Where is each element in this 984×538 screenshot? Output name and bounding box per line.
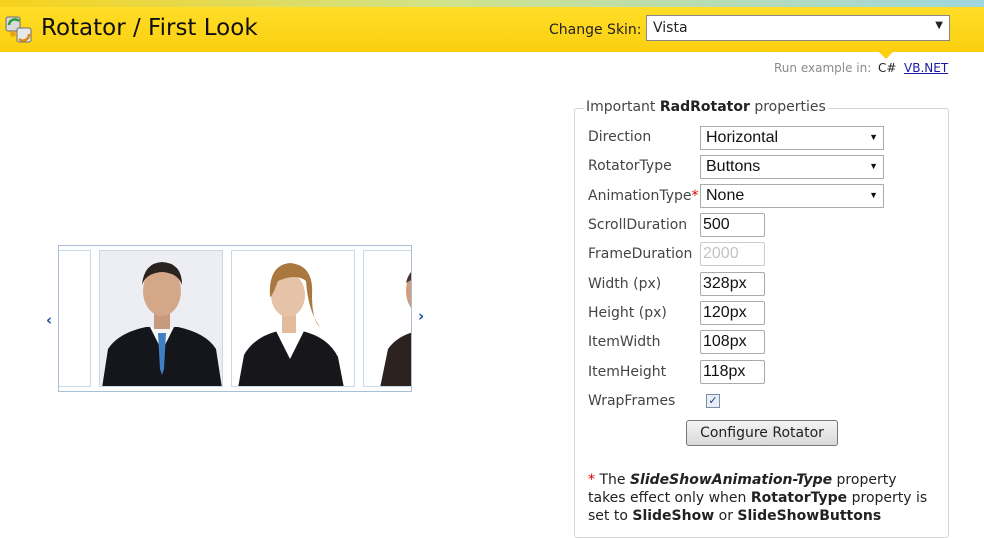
language-csharp: C# bbox=[878, 61, 897, 75]
animationtype-dropdown[interactable]: None ▼ bbox=[700, 184, 884, 208]
chevron-down-icon: ▼ bbox=[869, 161, 878, 171]
chevron-down-icon: ▼ bbox=[869, 190, 878, 200]
animationtype-label: AnimationType* bbox=[588, 188, 699, 204]
rotator-next-arrow-icon[interactable]: › bbox=[418, 307, 424, 325]
chevron-down-icon: ▼ bbox=[869, 132, 878, 142]
itemheight-label: ItemHeight bbox=[588, 364, 667, 380]
scrollduration-input[interactable]: 500 bbox=[700, 213, 765, 237]
rotator-item-partial-right[interactable] bbox=[363, 250, 411, 387]
top-gradient-strip bbox=[0, 0, 984, 7]
footnote-bold-slideshowbuttons: SlideShowButtons bbox=[737, 508, 882, 524]
direction-dropdown[interactable]: Horizontal ▼ bbox=[700, 126, 884, 150]
header-pointer-triangle bbox=[879, 52, 893, 59]
wrapframes-label: WrapFrames bbox=[588, 393, 676, 409]
itemwidth-label: ItemWidth bbox=[588, 334, 661, 350]
properties-legend: Important RadRotator properties bbox=[584, 99, 828, 115]
footnote-bold-rotatortype: RotatorType bbox=[750, 490, 848, 506]
height-label: Height (px) bbox=[588, 305, 667, 321]
width-input[interactable]: 328px bbox=[700, 272, 765, 296]
configure-rotator-button[interactable]: Configure Rotator bbox=[686, 420, 838, 446]
footnote-bold-animation-type: SlideShowAnimation-Type bbox=[629, 472, 833, 488]
direction-value: Horizontal bbox=[706, 129, 779, 146]
footnote-asterisk: * bbox=[588, 472, 600, 488]
businessman-photo-icon bbox=[100, 251, 222, 386]
legend-text-pre: Important bbox=[586, 99, 660, 115]
skin-selected-value: Vista bbox=[653, 20, 688, 36]
height-input[interactable]: 120px bbox=[700, 301, 765, 325]
wrapframes-checkbox[interactable]: ✓ bbox=[706, 394, 720, 408]
page-title: Rotator / First Look bbox=[41, 15, 258, 41]
rotator-viewport bbox=[58, 245, 412, 392]
skin-dropdown[interactable]: Vista ▼ bbox=[646, 15, 950, 41]
footnote-text: or bbox=[714, 508, 738, 524]
footnote-text: The bbox=[599, 472, 630, 488]
rotator-item-partial-left[interactable] bbox=[59, 250, 91, 387]
change-skin-label: Change Skin: bbox=[549, 22, 642, 38]
frameduration-label: FrameDuration bbox=[588, 246, 693, 262]
itemwidth-input[interactable]: 108px bbox=[700, 330, 765, 354]
rotatortype-value: Buttons bbox=[706, 158, 761, 175]
businesswoman-photo-icon bbox=[232, 251, 354, 386]
legend-text-post: properties bbox=[749, 99, 826, 115]
rotator-logo-icon bbox=[5, 16, 32, 43]
footnote: * The SlideShowAnimation-Type property t… bbox=[588, 471, 938, 525]
direction-label: Direction bbox=[588, 129, 652, 145]
rotator-item-woman[interactable] bbox=[231, 250, 355, 387]
animationtype-label-text: AnimationType bbox=[588, 188, 692, 204]
width-label: Width (px) bbox=[588, 276, 662, 292]
animationtype-value: None bbox=[706, 187, 745, 204]
required-asterisk: * bbox=[691, 188, 699, 204]
language-vbnet-link[interactable]: VB.NET bbox=[904, 61, 948, 75]
businessman-photo-icon bbox=[364, 251, 411, 386]
rotator-prev-arrow-icon[interactable]: ‹ bbox=[46, 311, 52, 329]
run-example-label: Run example in: bbox=[774, 61, 872, 75]
scrollduration-label: ScrollDuration bbox=[588, 217, 688, 233]
frameduration-input: 2000 bbox=[700, 242, 765, 266]
rotator-item-man[interactable] bbox=[99, 250, 223, 387]
rotatortype-label: RotatorType bbox=[588, 158, 672, 174]
rotatortype-dropdown[interactable]: Buttons ▼ bbox=[700, 155, 884, 179]
legend-text-bold: RadRotator bbox=[659, 99, 750, 115]
checkmark-icon: ✓ bbox=[708, 394, 718, 407]
footnote-bold-slideshow: SlideShow bbox=[632, 508, 715, 524]
itemheight-input[interactable]: 118px bbox=[700, 360, 765, 384]
chevron-down-icon: ▼ bbox=[935, 20, 943, 31]
header-bar: Rotator / First Look Change Skin: Vista … bbox=[0, 7, 984, 52]
